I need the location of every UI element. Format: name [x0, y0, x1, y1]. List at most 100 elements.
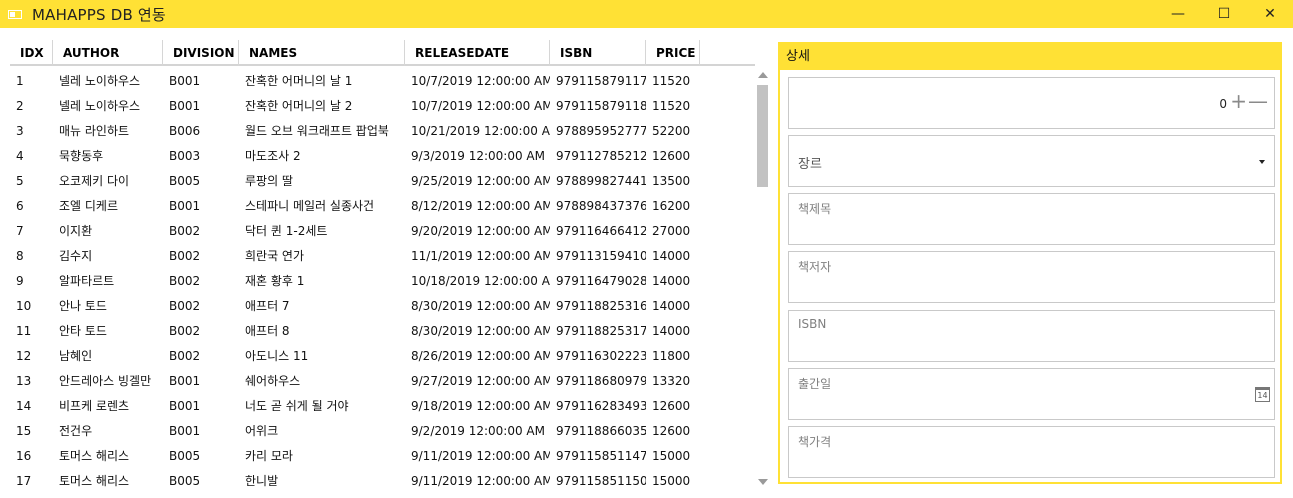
cell-names: 월드 오브 워크래프트 팝업북 [245, 124, 389, 138]
cell-names: 희란국 연가 [245, 249, 305, 263]
detail-panel: 상세 0 + — 장르 책제목 책저자 ISBN 출간일 14 책가격 [778, 42, 1282, 484]
table-row[interactable]: 9 알파타르트 B002 재혼 황후 1 10/18/2019 12:00:00 AM 9… [10, 269, 755, 294]
cell-price: 11520 [652, 99, 691, 113]
column-header-price[interactable]: PRICE [646, 40, 700, 66]
cell-idx: 10 [16, 299, 32, 313]
cell-price: 13320 [652, 374, 691, 388]
book-price-input[interactable]: 책가격 [788, 426, 1275, 478]
cell-idx: 16 [16, 449, 32, 463]
cell-division: B005 [169, 174, 201, 188]
column-header-author[interactable]: AUTHOR [53, 40, 163, 66]
column-header-idx[interactable]: IDX [10, 40, 53, 66]
cell-isbn: 9791162834930 [556, 399, 646, 413]
cell-division: B001 [169, 99, 201, 113]
cell-names: 닥터 퀸 1-2세트 [245, 224, 328, 238]
app-icon [8, 9, 22, 19]
cell-author: 알파타르트 [59, 274, 115, 288]
cell-isbn: 9791131594100 [556, 249, 646, 263]
table-row[interactable]: 4 묵향동후 B003 마도조사 2 9/3/2019 12:00:00 AM 97911… [10, 144, 755, 169]
cell-releasedate: 8/26/2019 12:00:00 AM [411, 349, 550, 363]
table-row[interactable]: 5 오코제키 다이 B005 루팡의 딸 9/25/2019 12:00:00 AM 97… [10, 169, 755, 194]
cell-isbn: 9788984373761 [556, 199, 646, 213]
cell-releasedate: 11/1/2019 12:00:00 AM [411, 249, 550, 263]
table-row[interactable]: 7 이지환 B002 닥터 퀸 1-2세트 9/20/2019 12:00:00 AM 9… [10, 219, 755, 244]
cell-names: 애프터 8 [245, 324, 290, 338]
cell-releasedate: 8/12/2019 12:00:00 AM [411, 199, 550, 213]
table-row[interactable]: 3 매뉴 라인하트 B006 월드 오브 워크래프트 팝업북 10/21/2019 12… [10, 119, 755, 144]
cell-author: 매뉴 라인하트 [59, 124, 130, 138]
minimize-button[interactable]: — [1155, 0, 1201, 28]
cell-releasedate: 9/3/2019 12:00:00 AM [411, 149, 545, 163]
cell-releasedate: 9/25/2019 12:00:00 AM [411, 174, 550, 188]
cell-price: 14000 [652, 299, 691, 313]
release-date-picker[interactable]: 출간일 14 [788, 368, 1275, 420]
cell-idx: 2 [16, 99, 24, 113]
cell-names: 너도 곧 쉬게 될 거야 [245, 399, 349, 413]
cell-isbn: 9791186809792 [556, 374, 646, 388]
table-row[interactable]: 15 전건우 B001 어위크 9/2/2019 12:00:00 AM 97911886… [10, 419, 755, 444]
cell-price: 52200 [652, 124, 691, 138]
book-author-input[interactable]: 책저자 [788, 251, 1275, 303]
table-row[interactable]: 14 비프케 로렌츠 B001 너도 곧 쉬게 될 거야 9/18/2019 12:00… [10, 394, 755, 419]
close-button[interactable]: ✕ [1247, 0, 1293, 28]
cell-division: B002 [169, 249, 201, 263]
table-row[interactable]: 13 안드레아스 빙겔만 B001 쉐어하우스 9/27/2019 12:00:00 A… [10, 369, 755, 394]
table-row[interactable]: 11 안타 토드 B002 애프터 8 8/30/2019 12:00:00 AM 979… [10, 319, 755, 344]
cell-isbn: 9791158511500 [556, 474, 646, 488]
cell-price: 11520 [652, 74, 691, 88]
table-row[interactable]: 12 남혜인 B002 아도니스 11 8/26/2019 12:00:00 AM 979… [10, 344, 755, 369]
cell-division: B002 [169, 299, 201, 313]
book-title-input[interactable]: 책제목 [788, 193, 1275, 245]
genre-combobox[interactable]: 장르 [788, 135, 1275, 187]
cell-names: 카리 모라 [245, 449, 293, 463]
idx-numeric-field[interactable]: 0 + — [788, 77, 1275, 129]
cell-names: 아도니스 11 [245, 349, 309, 363]
cell-idx: 17 [16, 474, 32, 488]
table-row[interactable]: 2 넬레 노이하우스 B001 잔혹한 어머니의 날 2 10/7/2019 12:00… [10, 94, 755, 119]
cell-author: 이지환 [59, 224, 93, 238]
isbn-input[interactable]: ISBN [788, 310, 1275, 362]
cell-isbn: 9791158791186 [556, 99, 646, 113]
cell-price: 11800 [652, 349, 691, 363]
cell-division: B001 [169, 199, 201, 213]
cell-author: 비프케 로렌츠 [59, 399, 130, 413]
scroll-down-arrow-icon[interactable] [758, 479, 768, 485]
column-header-releasedate[interactable]: RELEASEDATE [405, 40, 550, 66]
increment-plus-icon[interactable]: + [1230, 91, 1247, 111]
table-row[interactable]: 16 토머스 해리스 B005 카리 모라 9/11/2019 12:00:00 AM 9… [10, 444, 755, 469]
cell-releasedate: 9/11/2019 12:00:00 AM [411, 474, 550, 488]
scroll-thumb[interactable] [757, 85, 768, 187]
books-data-grid[interactable]: IDX AUTHOR DIVISION NAMES RELEASEDATE IS… [10, 40, 770, 488]
cell-releasedate: 9/2/2019 12:00:00 AM [411, 424, 545, 438]
cell-division: B005 [169, 449, 201, 463]
maximize-button[interactable]: ☐ [1201, 0, 1247, 28]
table-row[interactable]: 17 토머스 해리스 B005 한니발 9/11/2019 12:00:00 AM 979… [10, 469, 755, 488]
cell-idx: 14 [16, 399, 32, 413]
column-header-names[interactable]: NAMES [239, 40, 405, 66]
cell-names: 쉐어하우스 [245, 374, 301, 388]
column-header-division[interactable]: DIVISION [163, 40, 239, 66]
cell-names: 루팡의 딸 [245, 174, 293, 188]
cell-idx: 12 [16, 349, 32, 363]
cell-author: 안드레아스 빙겔만 [59, 374, 152, 388]
vertical-scrollbar[interactable] [755, 69, 770, 488]
cell-idx: 11 [16, 324, 32, 338]
cell-price: 14000 [652, 249, 691, 263]
dropdown-arrow-icon[interactable] [1259, 160, 1265, 164]
cell-releasedate: 10/7/2019 12:00:00 AM [411, 99, 550, 113]
calendar-icon[interactable]: 14 [1255, 387, 1270, 402]
table-row[interactable]: 8 김수지 B002 희란국 연가 11/1/2019 12:00:00 AM 97911… [10, 244, 755, 269]
decrement-minus-icon[interactable]: — [1248, 91, 1268, 111]
table-row[interactable]: 6 조엘 디케르 B001 스테파니 메일러 실종사건 8/12/2019 12:00:… [10, 194, 755, 219]
column-header-isbn[interactable]: ISBN [550, 40, 646, 66]
cell-idx: 15 [16, 424, 32, 438]
cell-author: 안타 토드 [59, 324, 107, 338]
title-bar: MAHAPPS DB 연동 — ☐ ✕ [0, 0, 1293, 28]
cell-idx: 4 [16, 149, 24, 163]
cell-names: 어위크 [245, 424, 279, 438]
table-row[interactable]: 1 넬레 노이하우스 B001 잔혹한 어머니의 날 1 10/7/2019 12:00… [10, 69, 755, 94]
table-row[interactable]: 10 안나 토드 B002 애프터 7 8/30/2019 12:00:00 AM 979… [10, 294, 755, 319]
release-date-placeholder: 출간일 [798, 377, 832, 391]
scroll-up-arrow-icon[interactable] [758, 72, 768, 78]
cell-price: 12600 [652, 149, 691, 163]
